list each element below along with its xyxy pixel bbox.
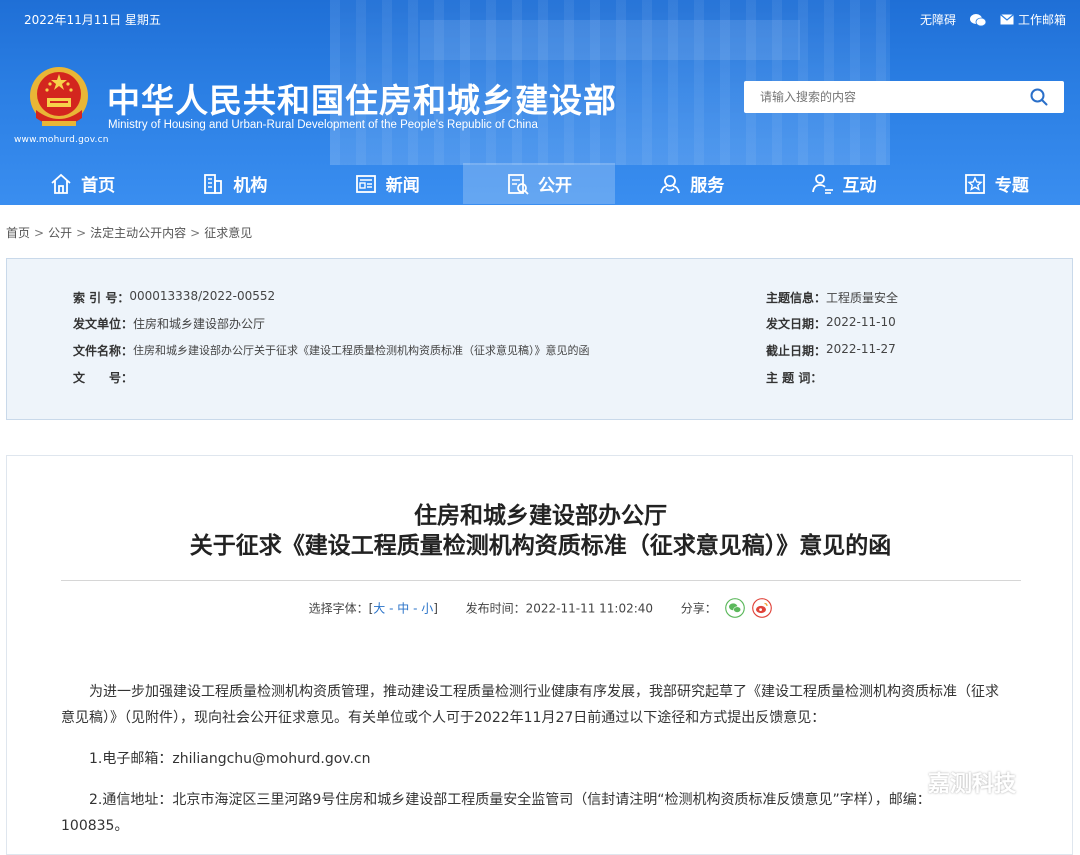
nav-label: 首页 — [81, 176, 116, 196]
work-mail-link[interactable]: 工作邮箱 — [1000, 11, 1066, 28]
font-small-button[interactable]: 小 — [421, 602, 433, 616]
paragraph-1-line-1: 为进一步加强建设工程质量检测机构资质管理，推动建设工程质量检测行业健康有序发展，… — [61, 684, 999, 700]
nav-item-disclosure[interactable]: 公开 — [462, 163, 616, 204]
breadcrumb-statutory[interactable]: 法定主动公开内容 — [90, 226, 186, 240]
meta-topic: 主题信息： 工程质量安全 — [766, 289, 898, 306]
meta-issuer-label: 发文单位： — [73, 317, 134, 331]
weibo-share-icon[interactable] — [752, 598, 773, 618]
wechat-icon[interactable] — [969, 13, 986, 27]
meta-index-value: 000013338/2022-00552 — [129, 289, 276, 303]
interact-icon — [811, 173, 833, 194]
work-mail-label: 工作邮箱 — [1017, 13, 1066, 27]
meta-docname: 文件名称： 住房和城乡建设部办公厅关于征求《建设工程质量检测机构资质标准（征求意… — [73, 342, 590, 359]
paragraph-1-line-2: 意见稿）》（见附件），现向社会公开征求意见。有关单位或个人可于2022年11月2… — [61, 710, 826, 726]
search-input[interactable] — [758, 81, 1032, 113]
document-meta-box: 索 引 号： 000013338/2022-00552 发文单位： 住房和城乡建… — [6, 258, 1073, 420]
national-emblem-logo[interactable] — [28, 66, 90, 132]
title-divider — [61, 580, 1021, 581]
breadcrumb: 首页 > 公开 > 法定主动公开内容 > 征求意见 — [6, 226, 253, 240]
meta-issue-date-label: 发文日期： — [766, 317, 827, 331]
accessibility-link[interactable]: 无障碍 — [920, 11, 956, 28]
paragraph-3-line-2: 100835。 — [61, 818, 129, 834]
nav-item-home[interactable]: 首页 — [6, 163, 158, 204]
disclosure-icon — [508, 173, 529, 195]
watermark-text: 嘉测科技 — [928, 772, 1017, 797]
meta-deadline-label: 截止日期： — [766, 344, 827, 358]
site-url: www.mohurd.gov.cn — [14, 135, 109, 145]
site-subtitle: Ministry of Housing and Urban-Rural Deve… — [108, 119, 538, 131]
watermark: 嘉测科技 — [890, 766, 1016, 798]
meta-issue-date-value: 2022-11-10 — [826, 315, 896, 329]
article-paragraph-1: 为进一步加强建设工程质量检测机构资质管理，推动建设工程质量检测行业健康有序发展，… — [61, 679, 1029, 731]
main-nav: 首页 机构 新闻 公开 服务 互动 专题 — [6, 163, 1072, 204]
search-box — [744, 81, 1064, 113]
meta-keywords: 主 题 词： — [766, 369, 822, 386]
font-medium-button[interactable]: 中 — [397, 602, 409, 616]
meta-issuer: 发文单位： 住房和城乡建设部办公厅 — [73, 315, 265, 332]
font-select-label: 选择字体：[ — [308, 601, 374, 616]
meta-keywords-label: 主 题 词： — [766, 371, 823, 385]
nav-item-news[interactable]: 新闻 — [311, 163, 463, 204]
nav-label: 专题 — [994, 176, 1029, 196]
meta-deadline-value: 2022-11-27 — [826, 342, 896, 356]
article-toolbar: 选择字体：[大 - 中 - 小] 发布时间：2022-11-11 11:02:4… — [7, 598, 1074, 619]
article-title-line1: 住房和城乡建设部办公厅 — [414, 503, 667, 529]
meta-docname-label: 文件名称： — [73, 344, 134, 358]
top-links: 无障碍 工作邮箱 — [920, 11, 1066, 28]
meta-docname-value: 住房和城乡建设部办公厅关于征求《建设工程质量检测机构资质标准（征求意见稿）》意见… — [133, 344, 590, 357]
search-icon[interactable] — [1030, 88, 1048, 106]
font-large-button[interactable]: 大 — [373, 602, 385, 616]
wechat-watermark-icon — [890, 770, 919, 793]
share-label: 分享： — [680, 601, 717, 616]
nav-label: 互动 — [842, 176, 877, 196]
building-icon — [204, 173, 223, 194]
nav-item-interaction[interactable]: 互动 — [767, 163, 919, 204]
meta-issue-date: 发文日期： 2022-11-10 — [766, 315, 896, 332]
meta-docno: 文 号： — [73, 369, 133, 386]
nav-item-service[interactable]: 服务 — [615, 163, 767, 204]
nav-label: 新闻 — [385, 176, 420, 196]
site-header: 2022年11月11日 星期五 无障碍 工作邮箱 www.mohurd.gov.… — [0, 0, 1080, 205]
meta-index: 索 引 号： 000013338/2022-00552 — [73, 289, 275, 306]
news-icon — [355, 174, 376, 193]
topic-icon — [964, 173, 985, 194]
paragraph-3-line-1: 2.通信地址：北京市海淀区三里河路9号住房和城乡建设部工程质量安全监管司（信封请… — [61, 792, 931, 808]
article-paragraph-3: 2.通信地址：北京市海淀区三里河路9号住房和城乡建设部工程质量安全监管司（信封请… — [61, 787, 1029, 839]
meta-topic-label: 主题信息： — [766, 291, 827, 305]
meta-topic-value: 工程质量安全 — [826, 291, 899, 305]
meta-deadline: 截止日期： 2022-11-27 — [766, 342, 896, 359]
current-date: 2022年11月11日 星期五 — [24, 13, 161, 27]
article-title-line2: 关于征求《建设工程质量检测机构资质标准（征求意见稿）》意见的函 — [189, 533, 892, 559]
header-background-roof — [420, 20, 800, 60]
meta-docno-label: 文 号： — [73, 371, 134, 385]
home-icon — [51, 173, 71, 194]
nav-label: 公开 — [537, 176, 572, 196]
breadcrumb-disclosure[interactable]: 公开 — [48, 226, 72, 240]
nav-label: 机构 — [233, 176, 268, 196]
breadcrumb-home[interactable]: 首页 — [6, 226, 30, 240]
font-select-end: ] — [433, 601, 438, 616]
site-title[interactable]: 中华人民共和国住房和城乡建设部 — [107, 74, 617, 122]
meta-issuer-value: 住房和城乡建设部办公厅 — [133, 317, 266, 331]
mail-icon — [1000, 14, 1014, 25]
publish-time: 发布时间：2022-11-11 11:02:40 — [465, 601, 654, 616]
nav-item-organization[interactable]: 机构 — [158, 163, 310, 204]
breadcrumb-consultation[interactable]: 征求意见 — [204, 226, 252, 240]
article-paragraph-2: 1.电子邮箱：zhiliangchu@mohurd.gov.cn — [61, 751, 371, 767]
wechat-share-icon[interactable] — [724, 598, 745, 618]
meta-index-label: 索 引 号： — [73, 291, 130, 305]
nav-label: 服务 — [690, 176, 725, 196]
nav-item-topics[interactable]: 专题 — [920, 163, 1072, 204]
service-icon — [660, 174, 681, 193]
